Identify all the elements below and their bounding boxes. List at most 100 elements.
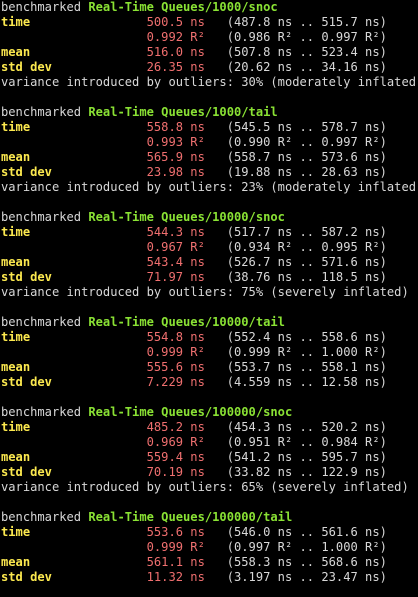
stddev-row: std dev 11.32 ns (3.197 ns .. 23.47 ns) [1, 570, 418, 585]
r2-value: 0.969 R² [146, 435, 205, 449]
mean-row: mean 555.6 ns (553.7 ns .. 558.1 ns) [1, 360, 418, 375]
terminal-output: benchmarked Real-Time Queues/1000/snoc t… [0, 0, 418, 585]
time-label: time [1, 420, 31, 434]
stddev-value: 11.32 ns [146, 570, 205, 584]
variance-line: variance introduced by outliers: 65% (se… [1, 480, 409, 494]
r2-row: 0.999 R² (0.997 R² .. 1.000 R²) [1, 540, 418, 555]
stddev-value: 70.19 ns [146, 465, 205, 479]
benchmark-name: Real-Time Queues/100000/tail [88, 510, 293, 524]
variance-line: variance introduced by outliers: 30% (mo… [1, 75, 418, 89]
time-value: 544.3 ns [146, 225, 205, 239]
mean-range: (541.2 ns .. 595.7 ns) [226, 450, 387, 464]
benchmark-header: benchmarked Real-Time Queues/1000/snoc [1, 0, 418, 15]
time-row: time 500.5 ns (487.8 ns .. 515.7 ns) [1, 15, 418, 30]
mean-value: 555.6 ns [146, 360, 205, 374]
time-range: (487.8 ns .. 515.7 ns) [226, 15, 387, 29]
mean-value: 561.1 ns [146, 555, 205, 569]
mean-label: mean [1, 555, 31, 569]
mean-label: mean [1, 450, 31, 464]
mean-label: mean [1, 255, 31, 269]
r2-value: 0.967 R² [146, 240, 205, 254]
mean-row: mean 565.9 ns (558.7 ns .. 573.6 ns) [1, 150, 418, 165]
stddev-range: (20.62 ns .. 34.16 ns) [226, 60, 387, 74]
variance-line: variance introduced by outliers: 23% (mo… [1, 180, 418, 194]
stddev-row: std dev 71.97 ns (38.76 ns .. 118.5 ns) [1, 270, 418, 285]
mean-value: 543.4 ns [146, 255, 205, 269]
time-range: (454.3 ns .. 520.2 ns) [226, 420, 387, 434]
stddev-range: (38.76 ns .. 118.5 ns) [226, 270, 387, 284]
benchmark-block: benchmarked Real-Time Queues/10000/tail … [1, 315, 418, 405]
stddev-value: 26.35 ns [146, 60, 205, 74]
benchmark-header: benchmarked Real-Time Queues/1000/tail [1, 105, 418, 120]
mean-row: mean 516.0 ns (507.8 ns .. 523.4 ns) [1, 45, 418, 60]
time-value: 485.2 ns [146, 420, 205, 434]
benchmark-name: Real-Time Queues/10000/snoc [88, 210, 285, 224]
stddev-range: (19.88 ns .. 28.63 ns) [226, 165, 387, 179]
time-row: time 553.6 ns (546.0 ns .. 561.6 ns) [1, 525, 418, 540]
r2-value: 0.999 R² [146, 345, 205, 359]
mean-label: mean [1, 45, 31, 59]
stddev-value: 23.98 ns [146, 165, 205, 179]
stddev-range: (4.559 ns .. 12.58 ns) [226, 375, 387, 389]
r2-value: 0.992 R² [146, 30, 205, 44]
mean-range: (507.8 ns .. 523.4 ns) [226, 45, 387, 59]
benchmark-block: benchmarked Real-Time Queues/1000/snoc t… [1, 0, 418, 105]
mean-value: 559.4 ns [146, 450, 205, 464]
time-row: time 544.3 ns (517.7 ns .. 587.2 ns) [1, 225, 418, 240]
r2-row: 0.992 R² (0.986 R² .. 0.997 R²) [1, 30, 418, 45]
mean-label: mean [1, 360, 31, 374]
benchmark-block: benchmarked Real-Time Queues/100000/snoc… [1, 405, 418, 510]
mean-row: mean 561.1 ns (558.3 ns .. 568.6 ns) [1, 555, 418, 570]
time-row: time 485.2 ns (454.3 ns .. 520.2 ns) [1, 420, 418, 435]
mean-range: (558.7 ns .. 573.6 ns) [226, 150, 387, 164]
mean-range: (553.7 ns .. 558.1 ns) [226, 360, 387, 374]
benchmark-block: benchmarked Real-Time Queues/10000/snoc … [1, 210, 418, 315]
r2-range: (0.999 R² .. 1.000 R²) [226, 345, 387, 359]
benchmark-block: benchmarked Real-Time Queues/1000/tail t… [1, 105, 418, 210]
r2-row: 0.969 R² (0.951 R² .. 0.984 R²) [1, 435, 418, 450]
benchmark-name: Real-Time Queues/10000/tail [88, 315, 285, 329]
benchmarked-prefix: benchmarked [1, 405, 82, 419]
benchmark-block: benchmarked Real-Time Queues/100000/tail… [1, 510, 418, 585]
stddev-range: (33.82 ns .. 122.9 ns) [226, 465, 387, 479]
mean-range: (526.7 ns .. 571.6 ns) [226, 255, 387, 269]
benchmark-header: benchmarked Real-Time Queues/10000/tail [1, 315, 418, 330]
stddev-label: std dev [1, 570, 52, 584]
r2-range: (0.990 R² .. 0.997 R²) [226, 135, 387, 149]
time-row: time 554.8 ns (552.4 ns .. 558.6 ns) [1, 330, 418, 345]
stddev-label: std dev [1, 270, 52, 284]
benchmarked-prefix: benchmarked [1, 210, 82, 224]
time-range: (546.0 ns .. 561.6 ns) [226, 525, 387, 539]
benchmarked-prefix: benchmarked [1, 105, 82, 119]
r2-range: (0.934 R² .. 0.995 R²) [226, 240, 387, 254]
stddev-label: std dev [1, 375, 52, 389]
time-label: time [1, 525, 31, 539]
mean-row: mean 559.4 ns (541.2 ns .. 595.7 ns) [1, 450, 418, 465]
r2-value: 0.999 R² [146, 540, 205, 554]
stddev-row: std dev 7.229 ns (4.559 ns .. 12.58 ns) [1, 375, 418, 390]
stddev-label: std dev [1, 60, 52, 74]
benchmark-name: Real-Time Queues/1000/snoc [88, 0, 278, 14]
mean-value: 516.0 ns [146, 45, 205, 59]
time-label: time [1, 330, 31, 344]
benchmark-header: benchmarked Real-Time Queues/100000/tail [1, 510, 418, 525]
time-value: 553.6 ns [146, 525, 205, 539]
stddev-row: std dev 70.19 ns (33.82 ns .. 122.9 ns) [1, 465, 418, 480]
benchmarked-prefix: benchmarked [1, 315, 82, 329]
mean-range: (558.3 ns .. 568.6 ns) [226, 555, 387, 569]
time-value: 554.8 ns [146, 330, 205, 344]
mean-label: mean [1, 150, 31, 164]
variance-line: variance introduced by outliers: 75% (se… [1, 285, 409, 299]
time-value: 500.5 ns [146, 15, 205, 29]
r2-range: (0.951 R² .. 0.984 R²) [226, 435, 387, 449]
benchmark-name: Real-Time Queues/100000/snoc [88, 405, 293, 419]
time-row: time 558.8 ns (545.5 ns .. 578.7 ns) [1, 120, 418, 135]
time-range: (517.7 ns .. 587.2 ns) [226, 225, 387, 239]
stddev-range: (3.197 ns .. 23.47 ns) [226, 570, 387, 584]
r2-value: 0.993 R² [146, 135, 205, 149]
